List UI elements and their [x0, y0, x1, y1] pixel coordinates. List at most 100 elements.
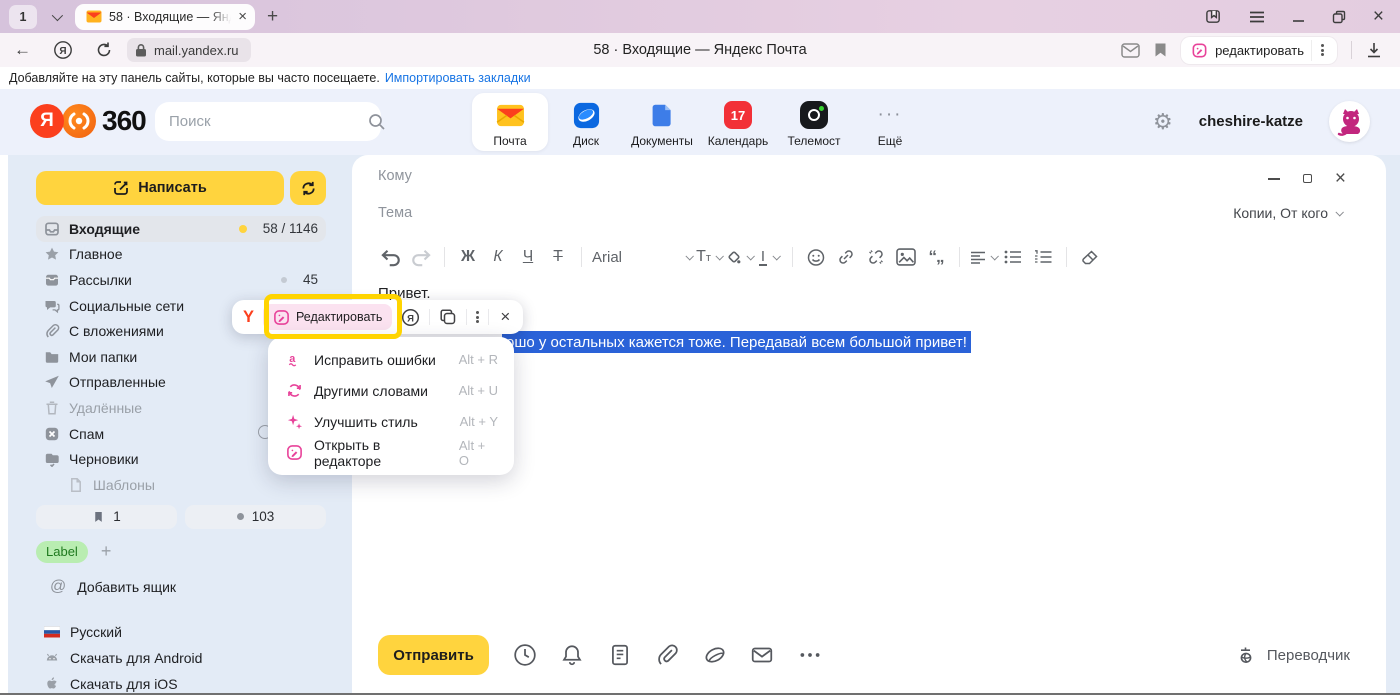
send-button[interactable]: Отправить — [378, 635, 489, 675]
active-tab[interactable]: 58 · Входящие — Яндек × — [75, 4, 255, 30]
selected-text[interactable]: ошо у остальных кажется тоже. Передавай … — [502, 331, 971, 353]
subject-field[interactable]: Тема — [378, 205, 412, 221]
envelope-icon[interactable] — [750, 643, 774, 667]
sidebar-link-android[interactable]: Скачать для Android — [36, 645, 326, 671]
compose-button[interactable]: Написать — [36, 171, 284, 205]
add-mailbox-button[interactable]: @ Добавить ящик — [36, 578, 326, 596]
link-icon[interactable] — [831, 248, 861, 266]
search-box[interactable] — [155, 102, 381, 141]
extension-kebab-icon[interactable] — [1311, 40, 1333, 61]
popup-close-icon[interactable]: × — [498, 307, 512, 327]
refresh-mail-button[interactable] — [290, 171, 326, 205]
yandex-browser-icon[interactable]: Я — [53, 40, 73, 60]
editor-extension-button[interactable]: редактировать — [1181, 37, 1337, 64]
yandex360-logo[interactable]: Я 360 — [30, 104, 146, 138]
folder-icon — [44, 349, 60, 365]
gear-icon[interactable]: ⚙ — [1153, 109, 1173, 135]
clock-icon[interactable] — [513, 643, 537, 667]
menu-item-rephrase[interactable]: Другими словамиAlt + U — [268, 375, 514, 406]
stat-pill-bookmark[interactable]: 1 — [36, 505, 177, 529]
translator-button[interactable]: Переводчик — [1237, 645, 1350, 665]
menu-item-fix-errors[interactable]: aИсправить ошибкиAlt + R — [268, 344, 514, 375]
popup-kebab-icon[interactable] — [476, 310, 479, 325]
app-Телемост[interactable]: Телемост — [776, 93, 852, 151]
compose-restore-icon[interactable] — [1303, 174, 1312, 183]
menu-item-improve-style[interactable]: Улучшить стильAlt + Y — [268, 406, 514, 437]
sidebar-link-apple[interactable]: Скачать для iOS — [36, 671, 326, 693]
align-button[interactable] — [968, 242, 998, 272]
tab-count-button[interactable]: 1 — [9, 5, 37, 29]
copy-icon[interactable] — [439, 308, 457, 326]
image-icon[interactable] — [891, 248, 921, 266]
to-field[interactable]: Кому — [378, 168, 412, 184]
sidebar-folder-template[interactable]: Шаблоны — [36, 472, 326, 498]
add-label-icon[interactable]: + — [101, 541, 112, 562]
import-bookmarks-link[interactable]: Импортировать закладки — [385, 71, 531, 85]
dot-icon — [237, 513, 244, 520]
stat-pill-dot[interactable]: 103 — [185, 505, 326, 529]
attach-icon[interactable] — [655, 643, 679, 667]
undo-icon[interactable] — [376, 247, 406, 267]
bookmark-panel-icon[interactable] — [1205, 8, 1222, 25]
bullet-list-icon[interactable] — [998, 250, 1028, 264]
emoji-icon[interactable] — [801, 248, 831, 267]
star-icon — [44, 246, 60, 262]
compose-minimize-icon[interactable] — [1268, 178, 1280, 180]
underline-button[interactable]: Ч — [513, 242, 543, 272]
strikethrough-button[interactable]: Т — [543, 242, 573, 272]
numbered-list-icon[interactable] — [1028, 250, 1058, 264]
sidebar-folder-star[interactable]: Главное — [36, 242, 326, 268]
compose-close-icon[interactable]: × — [1335, 169, 1346, 188]
menu-item-shortcut: Alt + O — [459, 438, 498, 468]
app-Календарь[interactable]: 17Календарь — [700, 93, 776, 151]
telemost-app-icon — [799, 100, 829, 130]
download-icon[interactable] — [1366, 42, 1382, 59]
search-input[interactable] — [169, 113, 368, 130]
quote-icon[interactable]: “„ — [921, 242, 951, 272]
close-window-icon[interactable]: × — [1373, 7, 1384, 26]
text-color-button[interactable]: I — [754, 242, 784, 272]
refresh-icon[interactable] — [95, 41, 113, 59]
fill-color-button[interactable] — [724, 242, 754, 272]
avatar[interactable] — [1329, 101, 1370, 142]
app-label: Диск — [573, 134, 599, 148]
calendar-app-icon: 17 — [723, 100, 753, 130]
app-Почта[interactable]: Почта — [472, 93, 548, 151]
font-family-select[interactable]: Arial — [590, 242, 694, 272]
bookmark-icon[interactable] — [1154, 42, 1167, 58]
app-Диск[interactable]: Диск — [548, 93, 624, 151]
disk-icon[interactable] — [703, 643, 727, 667]
more-icon[interactable] — [798, 643, 822, 667]
minimize-icon[interactable] — [1292, 10, 1305, 23]
menu-icon[interactable] — [1249, 11, 1265, 23]
window-bottom-edge — [0, 693, 1400, 700]
font-size-select[interactable]: Tт — [694, 242, 724, 272]
eraser-icon[interactable] — [1075, 249, 1105, 266]
tab-close-icon[interactable]: × — [238, 9, 247, 24]
label-pill[interactable]: Label — [36, 541, 88, 563]
unlink-icon[interactable] — [861, 248, 891, 266]
menu-item-open-editor[interactable]: Открыть в редактореAlt + O — [268, 437, 514, 468]
cc-from-toggle[interactable]: Копии, От кого — [1233, 205, 1342, 221]
sent-icon — [44, 374, 60, 390]
username[interactable]: cheshire-katze — [1199, 113, 1303, 130]
tab-list-chevron-icon[interactable] — [45, 13, 67, 21]
bell-icon[interactable] — [560, 643, 584, 667]
app-Документы[interactable]: Документы — [624, 93, 700, 151]
bold-button[interactable]: Ж — [453, 242, 483, 272]
tab-mail-icon — [86, 10, 102, 23]
url-field[interactable]: mail.yandex.ru — [127, 38, 251, 62]
yandex-search-icon[interactable]: Я — [401, 308, 420, 327]
sidebar-link-flag-ru[interactable]: Русский — [36, 620, 326, 646]
sidebar-folder-inbox[interactable]: Входящие58 / 1146 — [36, 216, 326, 242]
translate-icon — [1237, 645, 1258, 665]
back-icon[interactable]: ← — [14, 40, 31, 60]
sidebar-folder-newsletters[interactable]: Рассылки45 — [36, 267, 326, 293]
redo-icon[interactable] — [406, 247, 436, 267]
italic-button[interactable]: К — [483, 242, 513, 272]
app-Ещё[interactable]: ···Ещё — [852, 93, 928, 151]
new-tab-button[interactable]: + — [267, 7, 278, 26]
note-icon[interactable] — [608, 643, 632, 667]
mail-icon[interactable] — [1121, 43, 1140, 58]
restore-icon[interactable] — [1332, 10, 1346, 24]
